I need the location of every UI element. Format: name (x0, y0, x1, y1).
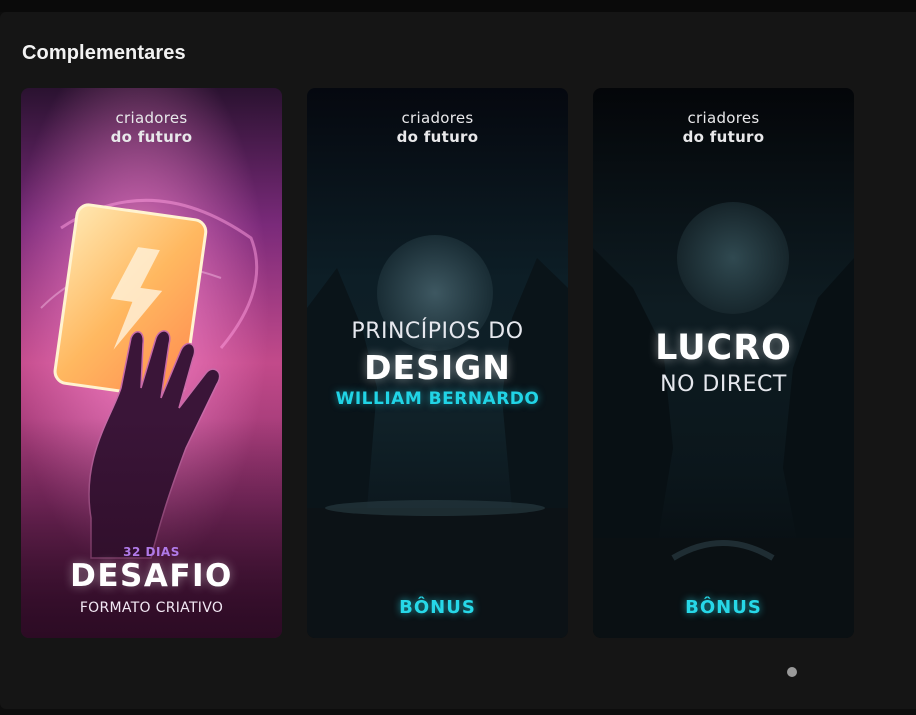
card-title: DESAFIO (70, 558, 233, 594)
top-bar (0, 0, 916, 12)
course-card-lucro-direct[interactable]: criadores do futuro LUCRO NO DIRECT BÔNU… (593, 88, 854, 638)
brand-line-1: criadores (687, 109, 760, 127)
card-title-line-1: PRINCÍPIOS DO (351, 319, 524, 344)
card-title-line-2: DESIGN (364, 348, 511, 387)
card-author: WILLIAM BERNARDO (335, 389, 540, 409)
course-card-desafio[interactable]: criadores do futuro 32 DIAS DESAFIO FORM… (21, 88, 282, 638)
bonus-badge: BÔNUS (685, 597, 762, 618)
carousel-page-dot[interactable] (787, 667, 797, 677)
course-card-principios-design[interactable]: criadores do futuro PRINCÍPIOS DO DESIGN… (307, 88, 568, 638)
card-title-line-2: NO DIRECT (660, 372, 787, 397)
brand-line-1: criadores (115, 109, 188, 127)
bonus-badge: BÔNUS (399, 597, 476, 618)
card-tag: 32 DIAS (123, 545, 180, 559)
brand-line-2: do futuro (396, 128, 479, 146)
brand-logo: criadores do futuro (307, 109, 568, 147)
card-title-line-1: LUCRO (655, 328, 792, 368)
brand-line-2: do futuro (110, 128, 193, 146)
brand-logo: criadores do futuro (21, 109, 282, 147)
brand-logo: criadores do futuro (593, 109, 854, 147)
card-subtitle: FORMATO CRIATIVO (79, 600, 224, 616)
brand-line-2: do futuro (682, 128, 765, 146)
section-title: Complementares (22, 42, 186, 64)
brand-line-1: criadores (401, 109, 474, 127)
